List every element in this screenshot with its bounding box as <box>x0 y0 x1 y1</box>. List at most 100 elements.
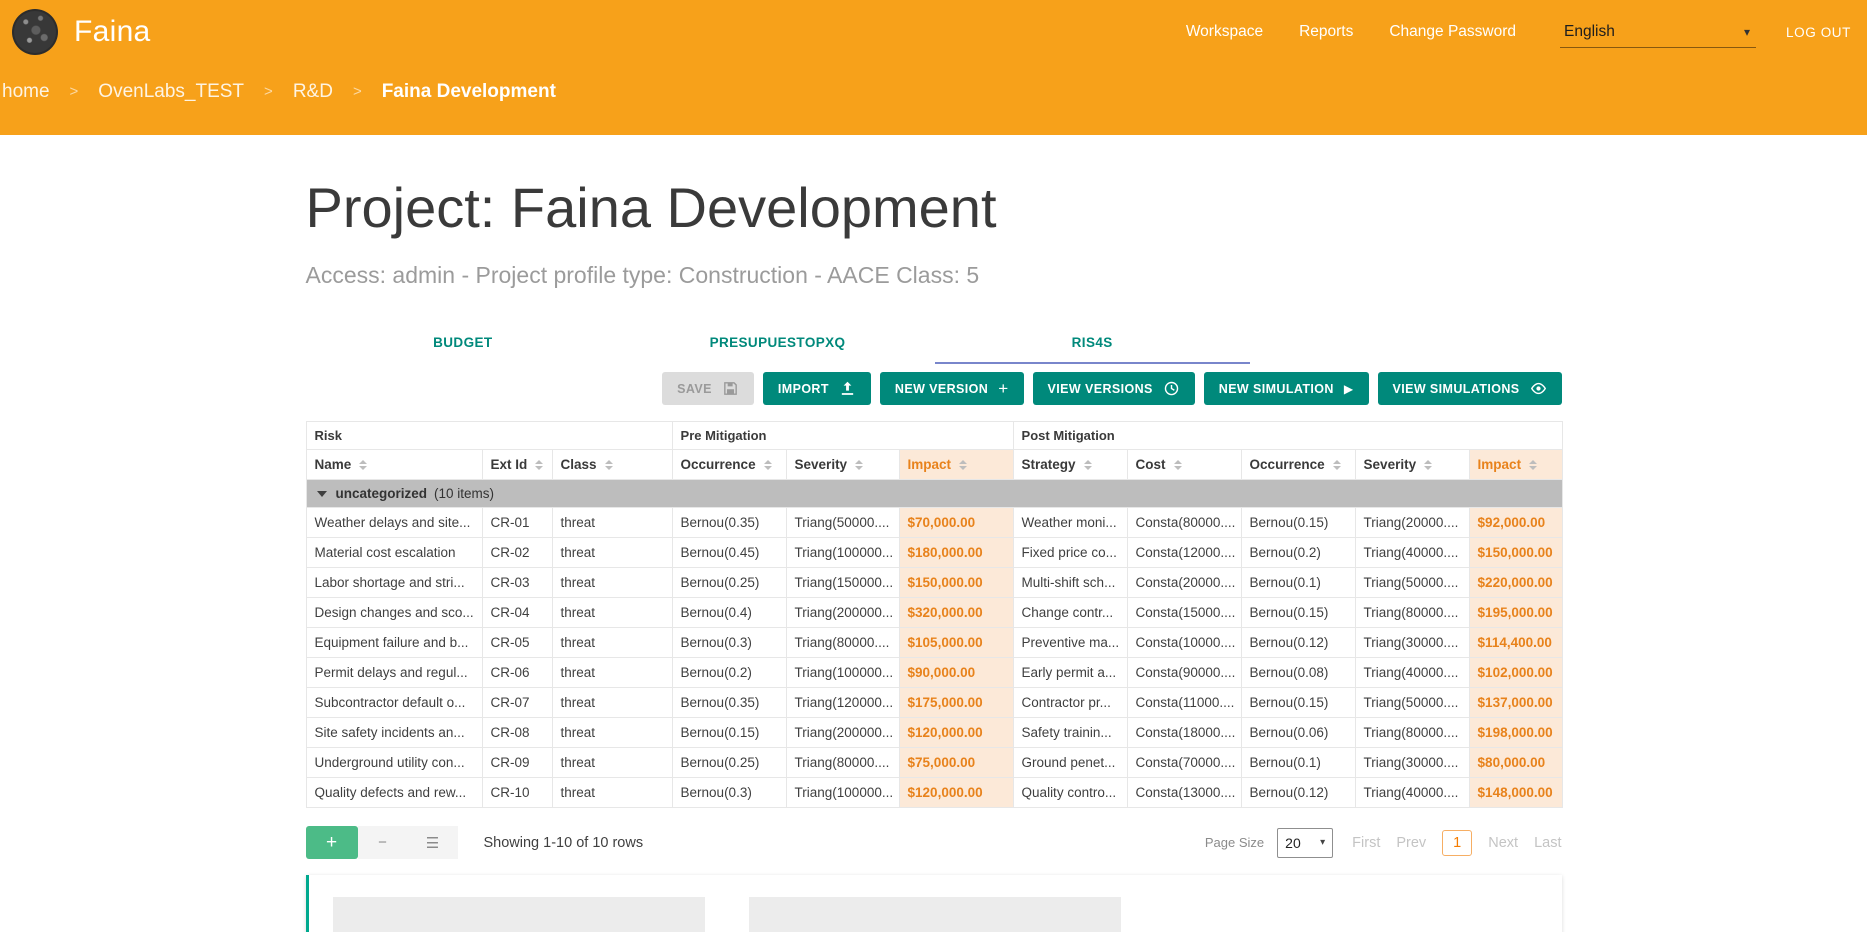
nav-workspace[interactable]: Workspace <box>1186 23 1263 41</box>
cell-occurrence-post: Bernou(0.08) <box>1241 658 1355 688</box>
cell-class: threat <box>552 508 672 538</box>
cell-impact-post: $80,000.00 <box>1469 748 1562 778</box>
new-version-button[interactable]: NEW VERSION + <box>880 372 1024 405</box>
sort-icon <box>959 460 967 470</box>
column-header-strategy[interactable]: Strategy <box>1013 450 1127 480</box>
cell-impact-pre: $120,000.00 <box>899 778 1013 808</box>
cell-occurrence-pre: Bernou(0.35) <box>672 688 786 718</box>
cell-occurrence-post: Bernou(0.1) <box>1241 568 1355 598</box>
column-header-severity-post[interactable]: Severity <box>1355 450 1469 480</box>
tab-ris4s[interactable]: RIS4S <box>935 321 1250 364</box>
table-row[interactable]: Design changes and sco...CR-04threatBern… <box>306 598 1562 628</box>
column-header-class[interactable]: Class <box>552 450 672 480</box>
column-header-severity-pre[interactable]: Severity <box>786 450 899 480</box>
cell-ext-id: CR-01 <box>482 508 552 538</box>
group-header-row: Risk Pre Mitigation Post Mitigation <box>306 422 1562 450</box>
cell-occurrence-pre: Bernou(0.4) <box>672 598 786 628</box>
rows-summary: Showing 1-10 of 10 rows <box>484 835 644 851</box>
logout-button[interactable]: LOG OUT <box>1786 25 1851 40</box>
save-button[interactable]: SAVE <box>662 372 754 405</box>
column-header-ext-id[interactable]: Ext Id <box>482 450 552 480</box>
table-row[interactable]: Permit delays and regul...CR-06threatBer… <box>306 658 1562 688</box>
table-row[interactable]: Equipment failure and b...CR-05threatBer… <box>306 628 1562 658</box>
chevron-right-icon: > <box>264 83 273 100</box>
pagination-first[interactable]: First <box>1352 835 1380 851</box>
cell-impact-pre: $70,000.00 <box>899 508 1013 538</box>
save-label: SAVE <box>677 382 712 396</box>
column-header-occurrence-post[interactable]: Occurrence <box>1241 450 1355 480</box>
cell-impact-pre: $90,000.00 <box>899 658 1013 688</box>
cell-name: Material cost escalation <box>306 538 482 568</box>
page-size-select[interactable]: 20 ▾ <box>1277 828 1333 858</box>
import-button[interactable]: IMPORT <box>763 372 871 405</box>
breadcrumb-rd[interactable]: R&D <box>293 81 333 103</box>
cell-severity-post: Triang(80000.... <box>1355 598 1469 628</box>
table-row[interactable]: Underground utility con...CR-09threatBer… <box>306 748 1562 778</box>
cell-impact-pre: $75,000.00 <box>899 748 1013 778</box>
table-row[interactable]: Quality defects and rew...CR-10threatBer… <box>306 778 1562 808</box>
cell-impact-pre: $150,000.00 <box>899 568 1013 598</box>
view-versions-button[interactable]: VIEW VERSIONS <box>1033 372 1195 405</box>
cell-impact-post: $102,000.00 <box>1469 658 1562 688</box>
view-simulations-button[interactable]: VIEW SIMULATIONS <box>1378 372 1562 405</box>
page-size-label: Page Size <box>1205 835 1264 850</box>
language-select[interactable]: English ▾ <box>1560 16 1756 48</box>
pagination-last[interactable]: Last <box>1534 835 1561 851</box>
cell-severity-pre: Triang(200000... <box>786 598 899 628</box>
cell-occurrence-pre: Bernou(0.35) <box>672 508 786 538</box>
column-header-name[interactable]: Name <box>306 450 482 480</box>
column-header-row: Name Ext Id Class Occurrence Severity Im… <box>306 450 1562 480</box>
breadcrumb-home[interactable]: home <box>2 81 50 103</box>
cell-ext-id: CR-09 <box>482 748 552 778</box>
columns-menu-button[interactable]: ☰ <box>408 826 458 859</box>
column-header-cost[interactable]: Cost <box>1127 450 1241 480</box>
column-header-occurrence-pre[interactable]: Occurrence <box>672 450 786 480</box>
sort-icon <box>855 460 863 470</box>
cell-class: threat <box>552 538 672 568</box>
tab-presupuestopxq[interactable]: PRESUPUESTOPXQ <box>620 321 935 364</box>
cell-ext-id: CR-05 <box>482 628 552 658</box>
sort-icon <box>1424 460 1432 470</box>
placeholder-box <box>749 897 1121 932</box>
cell-severity-pre: Triang(200000... <box>786 718 899 748</box>
cell-ext-id: CR-08 <box>482 718 552 748</box>
tab-bar: BUDGET PRESUPUESTOPXQ RIS4S <box>306 321 1250 364</box>
collapse-icon[interactable] <box>317 491 327 497</box>
cell-strategy: Preventive ma... <box>1013 628 1127 658</box>
cell-cost: Consta(15000.... <box>1127 598 1241 628</box>
table-row[interactable]: Subcontractor default o...CR-07threatBer… <box>306 688 1562 718</box>
view-simulations-label: VIEW SIMULATIONS <box>1393 382 1520 396</box>
new-simulation-button[interactable]: NEW SIMULATION ▶ <box>1204 372 1369 405</box>
column-header-impact-post[interactable]: Impact <box>1469 450 1562 480</box>
nav-reports[interactable]: Reports <box>1299 23 1353 41</box>
table-row[interactable]: Site safety incidents an...CR-08threatBe… <box>306 718 1562 748</box>
pagination-area: Page Size 20 ▾ First Prev 1 Next Last <box>1205 828 1562 858</box>
new-version-label: NEW VERSION <box>895 382 988 396</box>
view-versions-label: VIEW VERSIONS <box>1048 382 1153 396</box>
add-row-button[interactable]: + <box>306 826 358 859</box>
tab-budget[interactable]: BUDGET <box>306 321 621 364</box>
pagination-page-1[interactable]: 1 <box>1442 830 1472 856</box>
cell-cost: Consta(11000.... <box>1127 688 1241 718</box>
cell-ext-id: CR-02 <box>482 538 552 568</box>
group-row-uncategorized[interactable]: uncategorized(10 items) <box>306 480 1562 508</box>
remove-row-button[interactable]: − <box>358 826 408 859</box>
cell-impact-post: $195,000.00 <box>1469 598 1562 628</box>
cell-occurrence-post: Bernou(0.06) <box>1241 718 1355 748</box>
cell-cost: Consta(80000.... <box>1127 508 1241 538</box>
column-header-impact-pre[interactable]: Impact <box>899 450 1013 480</box>
cell-impact-pre: $320,000.00 <box>899 598 1013 628</box>
table-row[interactable]: Weather delays and site...CR-01threatBer… <box>306 508 1562 538</box>
sort-icon <box>1529 460 1537 470</box>
brand[interactable]: Faina <box>12 9 151 55</box>
nav-change-password[interactable]: Change Password <box>1389 23 1516 41</box>
table-row[interactable]: Labor shortage and stri...CR-03threatBer… <box>306 568 1562 598</box>
cell-ext-id: CR-06 <box>482 658 552 688</box>
breadcrumb-ovenlabs-test[interactable]: OvenLabs_TEST <box>98 81 244 103</box>
play-icon: ▶ <box>1344 383 1354 395</box>
cell-severity-post: Triang(30000.... <box>1355 748 1469 778</box>
table-row[interactable]: Material cost escalationCR-02threatBerno… <box>306 538 1562 568</box>
pagination-prev[interactable]: Prev <box>1396 835 1426 851</box>
cell-cost: Consta(12000.... <box>1127 538 1241 568</box>
pagination-next[interactable]: Next <box>1488 835 1518 851</box>
